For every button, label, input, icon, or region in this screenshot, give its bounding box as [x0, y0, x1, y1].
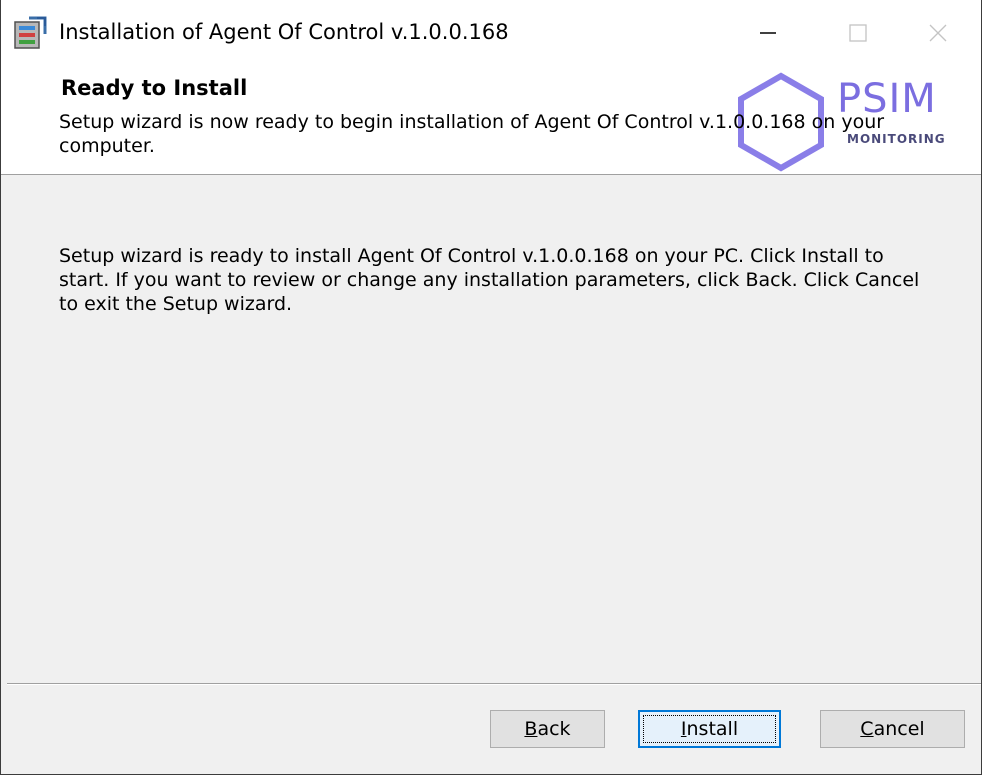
- focus-rect: [643, 715, 776, 743]
- window-title: Installation of Agent Of Control v.1.0.0…: [59, 15, 509, 49]
- footer-divider: [7, 683, 981, 685]
- minimize-icon: [758, 23, 778, 43]
- close-icon: [928, 23, 948, 43]
- back-button[interactable]: Back: [490, 710, 605, 748]
- cancel-button[interactable]: Cancel: [820, 710, 965, 748]
- close-button[interactable]: [893, 0, 982, 66]
- page-description: Setup wizard is now ready to begin insta…: [59, 110, 959, 158]
- install-button[interactable]: Install: [638, 710, 781, 748]
- cancel-button-label: ancel: [874, 718, 925, 740]
- back-button-label: ack: [537, 718, 570, 740]
- installer-app-icon: [11, 14, 49, 52]
- maximize-icon: [848, 23, 868, 43]
- wizard-header: Ready to Install PSIM MONITORING Setup w…: [1, 66, 981, 175]
- page-title: Ready to Install: [61, 74, 247, 102]
- maximize-button: [813, 0, 903, 66]
- title-bar[interactable]: Installation of Agent Of Control v.1.0.0…: [1, 0, 981, 66]
- back-button-mnemonic: B: [524, 718, 537, 740]
- minimize-button[interactable]: [723, 0, 813, 66]
- installer-window: Installation of Agent Of Control v.1.0.0…: [0, 0, 982, 775]
- cancel-button-mnemonic: C: [860, 718, 873, 740]
- instructions-text: Setup wizard is ready to install Agent O…: [59, 244, 929, 316]
